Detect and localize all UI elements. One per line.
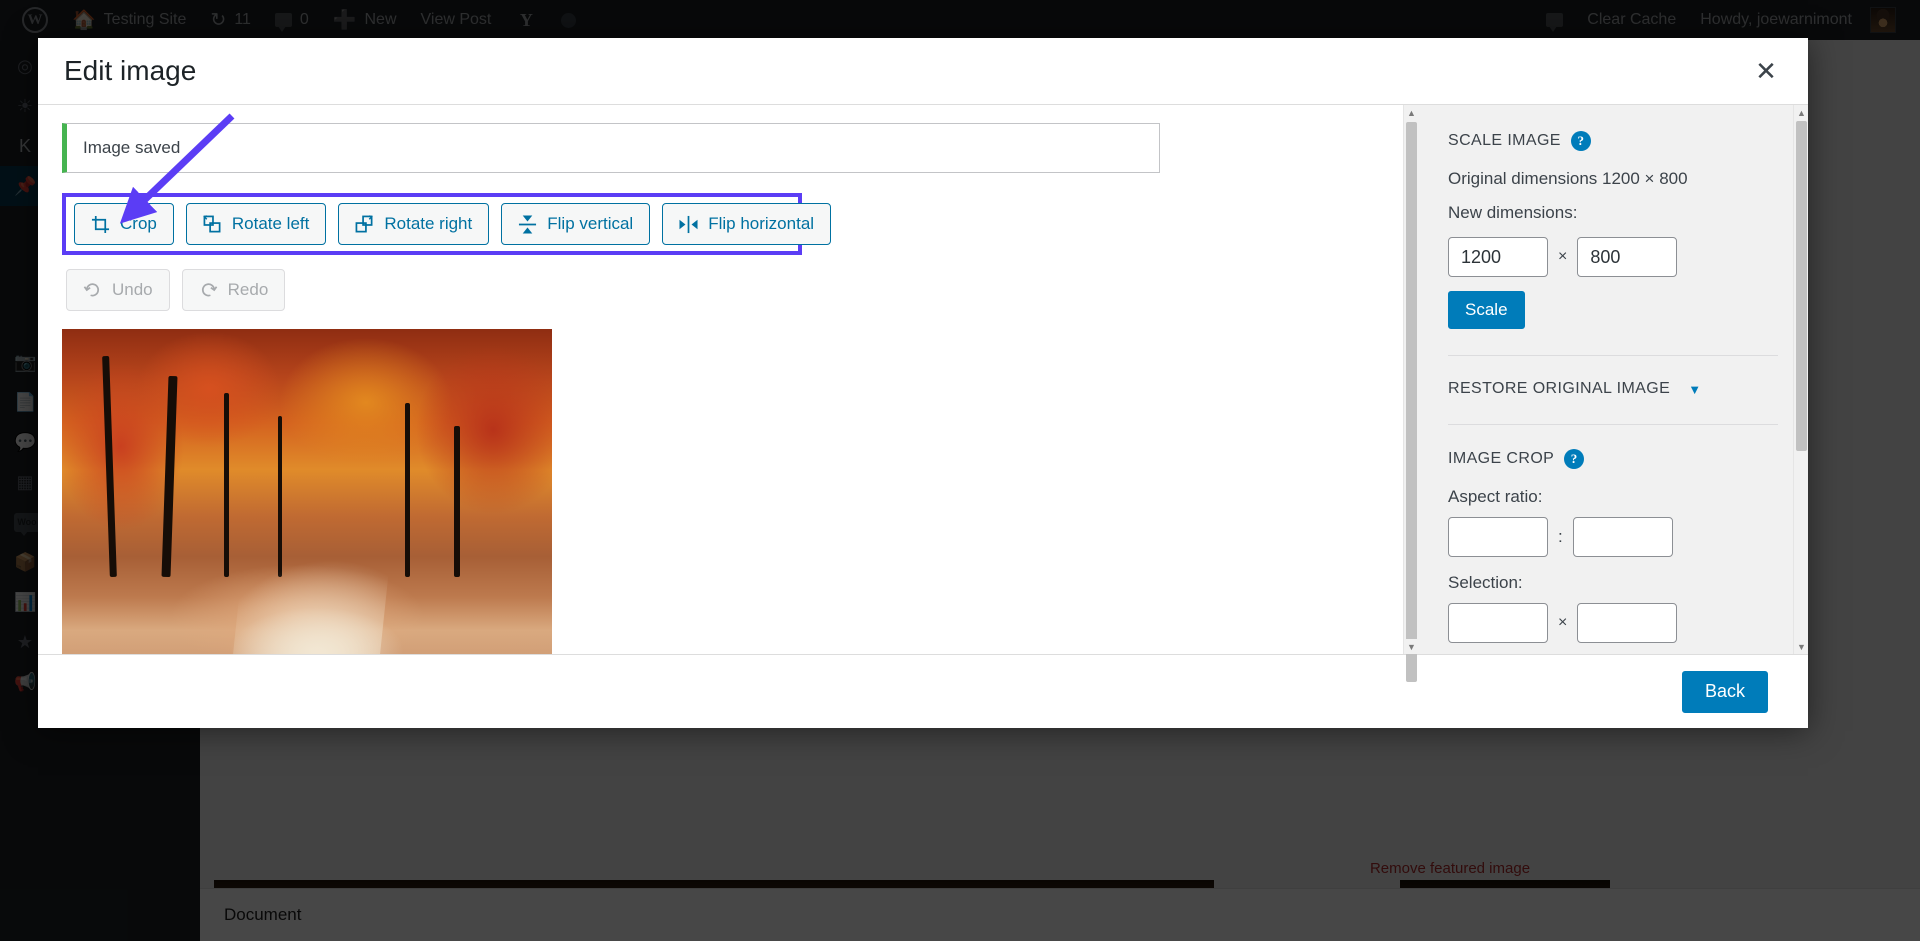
- redo-icon: [199, 281, 218, 300]
- divider: [1448, 424, 1778, 425]
- modal-body: Image saved Crop Rotate left Rotate righ…: [38, 104, 1808, 682]
- crop-button[interactable]: Crop: [74, 203, 174, 245]
- image-preview[interactable]: [62, 329, 552, 654]
- page-title: Edit image: [64, 55, 197, 86]
- image-settings-pane: SCALE IMAGE ? Original dimensions 1200 ×…: [1418, 105, 1808, 654]
- dimension-separator: ×: [1558, 248, 1568, 265]
- notice-text: Image saved: [83, 138, 181, 157]
- settings-pane-scrollbar[interactable]: ▲ ▼: [1793, 105, 1808, 654]
- tree-trunk: [223, 392, 229, 577]
- help-icon[interactable]: ?: [1564, 449, 1585, 469]
- aspect-ratio-width-input[interactable]: [1448, 517, 1548, 557]
- rotate-left-icon: [203, 214, 222, 234]
- rotate-left-button[interactable]: Rotate left: [185, 203, 327, 245]
- crop-button-label: Crop: [120, 214, 157, 233]
- history-toolbar: Undo Redo: [62, 269, 1379, 311]
- scale-width-input[interactable]: [1448, 237, 1548, 277]
- scroll-up-icon[interactable]: ▲: [1404, 105, 1419, 120]
- image-crop-heading-label: IMAGE CROP: [1448, 450, 1555, 467]
- tree-trunk: [161, 375, 178, 578]
- flip-vertical-icon: [518, 214, 537, 234]
- flip-horizontal-icon: [679, 215, 698, 234]
- aspect-ratio-inputs: :: [1448, 517, 1778, 557]
- flip-vertical-button[interactable]: Flip vertical: [501, 203, 651, 245]
- selection-separator: ×: [1558, 614, 1568, 631]
- undo-icon: [83, 281, 102, 300]
- modal-header: Edit image ✕: [38, 38, 1808, 104]
- restore-original-image-heading[interactable]: RESTORE ORIGINAL IMAGE ▼: [1448, 380, 1778, 398]
- scroll-down-icon[interactable]: ▼: [1794, 639, 1808, 654]
- scale-image-heading: SCALE IMAGE ?: [1448, 131, 1778, 151]
- rotate-right-icon: [355, 214, 374, 234]
- flip-horizontal-button[interactable]: Flip horizontal: [662, 203, 832, 245]
- rotate-right-button[interactable]: Rotate right: [338, 203, 490, 245]
- status-badge: Image saved: [62, 123, 1160, 173]
- aspect-ratio-separator: :: [1558, 527, 1563, 546]
- image-tools-toolbar: Crop Rotate left Rotate right Flip verti…: [62, 193, 832, 255]
- help-icon[interactable]: ?: [1570, 131, 1591, 151]
- tree-trunk: [405, 402, 410, 577]
- close-icon[interactable]: ✕: [1744, 49, 1788, 93]
- image-crop-heading: IMAGE CROP ?: [1448, 449, 1778, 469]
- crop-icon: [91, 215, 110, 234]
- new-dimensions-inputs: ×: [1448, 237, 1778, 277]
- scale-button[interactable]: Scale: [1448, 291, 1525, 329]
- scroll-down-icon[interactable]: ▼: [1404, 639, 1419, 654]
- restore-original-image-label: RESTORE ORIGINAL IMAGE: [1448, 380, 1671, 397]
- selection-height-input[interactable]: [1577, 603, 1678, 643]
- redo-button[interactable]: Redo: [181, 269, 286, 311]
- new-dimensions-label: New dimensions:: [1448, 203, 1578, 222]
- rotate-right-button-label: Rotate right: [384, 214, 473, 233]
- aspect-ratio-label: Aspect ratio:: [1448, 487, 1543, 506]
- forest-path: [232, 550, 392, 654]
- scrollbar-thumb[interactable]: [1406, 122, 1417, 682]
- tree-trunk: [102, 355, 117, 577]
- edit-image-modal: Edit image ✕ Image saved Crop Rotate lef…: [38, 38, 1808, 728]
- modal-footer: Back: [38, 654, 1808, 728]
- editor-pane-scrollbar[interactable]: ▲ ▼: [1403, 105, 1419, 682]
- image-editor-pane: Image saved Crop Rotate left Rotate righ…: [38, 105, 1403, 654]
- flip-vertical-button-label: Flip vertical: [547, 214, 634, 233]
- aspect-ratio-height-input[interactable]: [1572, 517, 1673, 557]
- scroll-up-icon[interactable]: ▲: [1794, 105, 1808, 120]
- selection-label: Selection:: [1448, 573, 1523, 592]
- flip-horizontal-button-label: Flip horizontal: [708, 214, 815, 233]
- back-button[interactable]: Back: [1681, 670, 1768, 713]
- scale-height-input[interactable]: [1577, 237, 1678, 277]
- divider: [1448, 355, 1778, 356]
- undo-button-label: Undo: [112, 280, 153, 299]
- scrollbar-thumb[interactable]: [1796, 121, 1807, 451]
- tree-trunk: [454, 426, 460, 577]
- autumn-forest-image: [62, 329, 552, 654]
- chevron-down-icon[interactable]: ▼: [1688, 382, 1701, 397]
- original-dimensions-text: Original dimensions 1200 × 800: [1448, 169, 1688, 188]
- selection-width-input[interactable]: [1448, 603, 1548, 643]
- scale-image-heading-label: SCALE IMAGE: [1448, 132, 1561, 149]
- redo-button-label: Redo: [227, 280, 269, 299]
- selection-inputs: ×: [1448, 603, 1778, 643]
- undo-button[interactable]: Undo: [66, 269, 170, 311]
- rotate-left-button-label: Rotate left: [231, 214, 310, 233]
